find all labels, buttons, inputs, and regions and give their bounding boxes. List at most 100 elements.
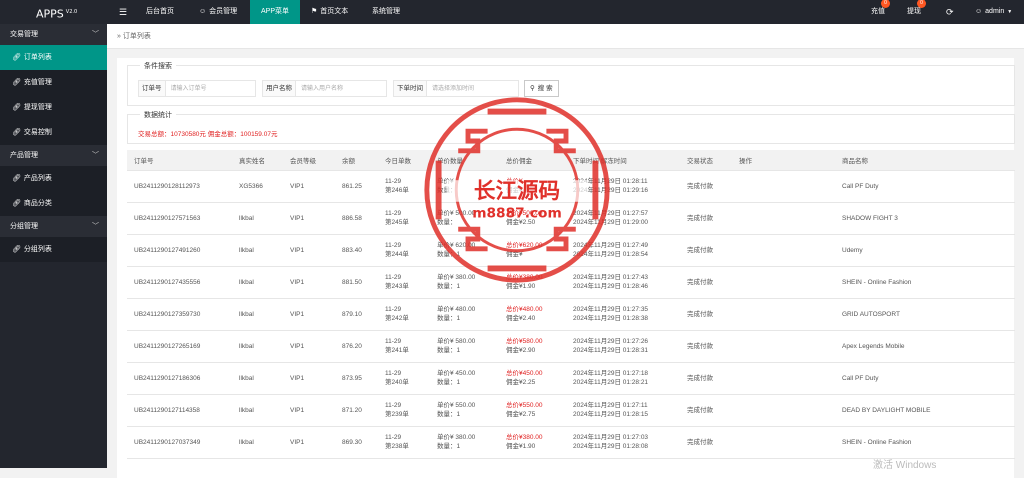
- order-no: UB2411290127571563: [127, 202, 232, 235]
- sidebar: 交易管理 ﹀ 🔗︎ 订单列表 🔗︎ 充值管理 🔗︎ 提现管理 🔗︎ 交易控制 产品管理 ﹀ …: [0, 24, 107, 468]
- actions[interactable]: [732, 234, 835, 267]
- balance: 869.30: [335, 426, 378, 459]
- price: 单价¥ 450.00: [437, 370, 476, 377]
- table-row: UB2411290127037349 llkbal VIP1 869.30 11-29 第…: [127, 426, 1015, 459]
- qty: 数量：: [437, 187, 457, 194]
- times: 2024年11月29日 01:28:11 2024年11月29日 01:29:16: [566, 170, 680, 203]
- commission: 佣金¥: [506, 187, 523, 194]
- recharge-label: 充值: [871, 8, 885, 15]
- sidebar-item-recharge[interactable]: 🔗︎ 充值管理: [0, 70, 107, 95]
- actions[interactable]: [732, 362, 835, 395]
- commission: 佣金¥2.25: [506, 379, 536, 386]
- sidebar-group-product[interactable]: 产品管理 ﹀: [0, 145, 107, 166]
- stats-legend: 数据统计: [140, 110, 176, 120]
- actions[interactable]: [732, 202, 835, 235]
- sidebar-item-group-list[interactable]: 🔗︎ 分组列表: [0, 237, 107, 262]
- main-content: » 订单列表 条件搜索 订单号 用户名称 下单时间 ⚲搜 索 数据统计 交易总额…: [107, 24, 1024, 478]
- qty: 数量：: [437, 219, 457, 226]
- level: VIP1: [283, 298, 335, 331]
- order-time-field: 下单时间: [393, 80, 519, 97]
- product-name: Call PF Duty: [835, 362, 1015, 395]
- user-menu[interactable]: ☺ admin ▼: [975, 0, 1012, 24]
- search-button[interactable]: ⚲ 搜 索: [524, 80, 559, 97]
- nav-home-text[interactable]: ⚑ 首页文本: [303, 0, 356, 24]
- date: 11-29: [385, 434, 402, 441]
- total-commission: 总价¥ 佣金¥: [499, 170, 566, 203]
- chevron-icon: ﹀: [92, 31, 99, 38]
- nav-app-menu[interactable]: APP菜单: [250, 0, 300, 24]
- price: 单价¥ 580.00: [437, 338, 476, 345]
- sidebar-group-trade[interactable]: 交易管理 ﹀: [0, 24, 107, 45]
- order-time: 2024年11月29日 01:27:43: [573, 274, 649, 281]
- unfreeze-time: 2024年11月29日 01:28:21: [573, 379, 649, 386]
- total: 总价¥620.00: [506, 242, 543, 249]
- total-commission: 总价¥380.00 佣金¥1.90: [499, 266, 566, 299]
- product-name: Udemy: [835, 234, 1015, 267]
- chevron-icon: ﹀: [92, 152, 99, 159]
- refresh-icon[interactable]: ⟳: [946, 0, 954, 24]
- total: 总价¥480.00: [506, 306, 543, 313]
- withdraw-button[interactable]: 提现 0: [907, 0, 926, 24]
- order-no-field: 订单号: [138, 80, 256, 97]
- unfreeze-time: 2024年11月29日 01:28:31: [573, 347, 649, 354]
- status: 完成付款: [680, 266, 732, 299]
- sidebar-item-label: 产品列表: [23, 175, 52, 182]
- order-no-input[interactable]: [165, 81, 255, 96]
- actions[interactable]: [732, 266, 835, 299]
- actions[interactable]: [732, 394, 835, 427]
- order-time-label: 下单时间: [394, 81, 427, 96]
- nav-members[interactable]: ☺ 会员管理: [191, 0, 245, 24]
- commission: 佣金¥2.50: [506, 219, 536, 226]
- actions[interactable]: [732, 298, 835, 331]
- col-today-count: 今日单数: [378, 150, 430, 171]
- windows-activation-watermark: 激活 Windows: [873, 460, 937, 471]
- product-name: SHEIN - Online Fashion: [835, 266, 1015, 299]
- product-name: Call PF Duty: [835, 170, 1015, 203]
- today-count: 11-29 第244单: [378, 234, 430, 267]
- actions[interactable]: [732, 330, 835, 363]
- withdraw-badge: 0: [917, 0, 926, 8]
- level: VIP1: [283, 170, 335, 203]
- nav-label: 系统管理: [372, 8, 400, 15]
- sidebar-item-withdraw[interactable]: 🔗︎ 提现管理: [0, 95, 107, 120]
- product-name: Apex Legends Mobile: [835, 330, 1015, 363]
- recharge-button[interactable]: 充值 0: [871, 0, 890, 24]
- sidebar-item-trade-control[interactable]: 🔗︎ 交易控制: [0, 120, 107, 145]
- real-name: llkbal: [232, 202, 283, 235]
- sidebar-item-product-list[interactable]: 🔗︎ 产品列表: [0, 166, 107, 191]
- col-balance: 余额: [335, 150, 378, 171]
- balance: 876.20: [335, 330, 378, 363]
- total: 总价¥380.00: [506, 274, 543, 281]
- col-product: 商品名称: [835, 150, 1015, 171]
- sidebar-item-label: 交易控制: [23, 129, 52, 136]
- order-time: 2024年11月29日 01:27:18: [573, 370, 649, 377]
- chevron-icon: ﹀: [92, 223, 99, 230]
- actions[interactable]: [732, 426, 835, 459]
- link-icon: 🔗︎: [12, 104, 21, 111]
- count: 第246单: [385, 187, 409, 194]
- nav-label: 后台首页: [146, 8, 174, 15]
- times: 2024年11月29日 01:27:11 2024年11月29日 01:28:15: [566, 394, 680, 427]
- menu-icon[interactable]: ☰: [116, 0, 130, 24]
- actions[interactable]: [732, 170, 835, 203]
- nav-label: 会员管理: [209, 8, 238, 15]
- username-input[interactable]: [296, 81, 386, 96]
- unfreeze-time: 2024年11月29日 01:28:15: [573, 411, 649, 418]
- nav-home[interactable]: 后台首页: [138, 0, 182, 24]
- price-qty: 单价¥ 数量：: [430, 170, 499, 203]
- product-name: DEAD BY DAYLIGHT MOBILE: [835, 394, 1015, 427]
- breadcrumb-text: » 订单列表: [117, 33, 151, 40]
- sidebar-group-group[interactable]: 分组管理 ﹀: [0, 216, 107, 237]
- product-name: SHADOW FIGHT 3: [835, 202, 1015, 235]
- qty: 数量：1: [437, 411, 461, 418]
- order-time-input[interactable]: [427, 81, 518, 96]
- sidebar-item-order-list[interactable]: 🔗︎ 订单列表: [0, 45, 107, 70]
- sidebar-item-category[interactable]: 🔗︎ 商品分类: [0, 191, 107, 216]
- order-panel: 条件搜索 订单号 用户名称 下单时间 ⚲搜 索 数据统计 交易总额：107305…: [117, 58, 1015, 478]
- sidebar-item-label: 充值管理: [23, 79, 52, 86]
- nav-system[interactable]: 系统管理: [364, 0, 408, 24]
- search-icon: ⚲: [530, 85, 535, 92]
- order-time: 2024年11月29日 01:27:35: [573, 306, 649, 313]
- count: 第238单: [385, 443, 409, 450]
- unfreeze-time: 2024年11月29日 01:28:08: [573, 443, 649, 450]
